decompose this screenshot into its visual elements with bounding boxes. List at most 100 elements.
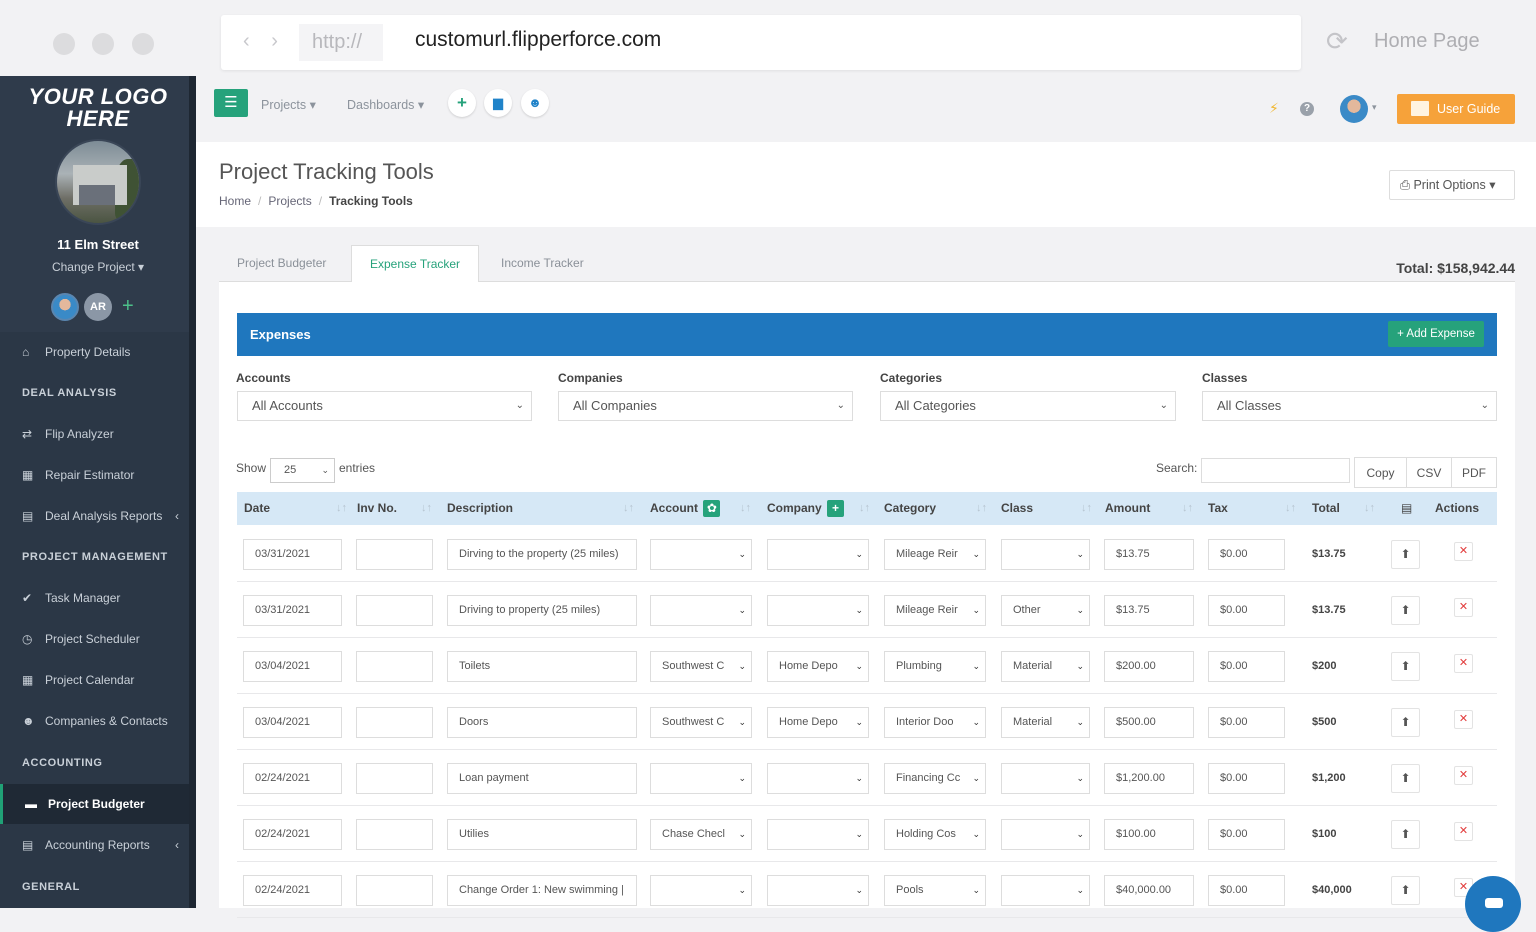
sidebar-item-property-details[interactable]: ⌂ Property Details — [0, 332, 189, 372]
column-tax[interactable]: Tax ↓↑ — [1208, 492, 1296, 525]
sidebar-scrollbar[interactable] — [189, 76, 196, 908]
column-total[interactable]: Total ↓↑ — [1312, 492, 1375, 525]
category-select[interactable]: Pools ⌄ — [884, 875, 986, 906]
window-dot[interactable] — [53, 33, 75, 55]
amount-input[interactable]: $13.75 — [1104, 595, 1194, 626]
menu-toggle-button[interactable]: ☰ — [214, 89, 248, 117]
add-member-icon[interactable]: + — [122, 295, 134, 317]
tab-project-budgeter[interactable]: Project Budgeter — [219, 245, 344, 282]
sidebar-item-deal-analysis-reports[interactable]: ▤ Deal Analysis Reports ‹ — [0, 496, 189, 536]
amount-input[interactable]: $40,000.00 — [1104, 875, 1194, 906]
class-select[interactable]: ⌄ — [1001, 819, 1090, 850]
tax-input[interactable]: $0.00 — [1208, 875, 1285, 906]
account-select[interactable]: ⌄ — [650, 539, 752, 570]
class-select[interactable]: Material ⌄ — [1001, 651, 1090, 682]
help-icon[interactable]: ? — [1300, 102, 1314, 116]
account-select[interactable]: Southwest C ⌄ — [650, 651, 752, 682]
user-guide-button[interactable]: User Guide — [1397, 94, 1515, 124]
account-select[interactable]: ⌄ — [650, 875, 752, 906]
column-date[interactable]: Date ↓↑ — [244, 492, 347, 525]
class-select[interactable]: ⌄ — [1001, 763, 1090, 794]
upload-icon[interactable]: ⬆ — [1391, 764, 1420, 793]
tax-input[interactable]: $0.00 — [1208, 595, 1285, 626]
avatar[interactable] — [51, 293, 79, 321]
invoice-input[interactable] — [356, 763, 433, 794]
description-input[interactable]: Loan payment — [447, 763, 637, 794]
chat-widget-button[interactable] — [1465, 876, 1521, 932]
chevron-down-icon[interactable]: ▾ — [1372, 102, 1377, 113]
upload-icon[interactable]: ⬆ — [1391, 596, 1420, 625]
class-select[interactable]: Material ⌄ — [1001, 707, 1090, 738]
pdf-button[interactable]: PDF — [1451, 457, 1497, 488]
category-select[interactable]: Plumbing ⌄ — [884, 651, 986, 682]
date-input[interactable]: 02/24/2021 — [243, 763, 342, 794]
delete-icon[interactable]: ✕ — [1454, 710, 1473, 729]
category-select[interactable]: Interior Doo ⌄ — [884, 707, 986, 738]
column-company[interactable]: Company + ↓↑ — [767, 492, 870, 525]
sidebar-item-flip-analyzer[interactable]: ⇄ Flip Analyzer — [0, 414, 189, 454]
address-bar[interactable]: ‹ › http:// customurl.flipperforce.com — [221, 15, 1301, 70]
upload-icon[interactable]: ⬆ — [1391, 540, 1420, 569]
column-category[interactable]: Category ↓↑ — [884, 492, 987, 525]
invoice-input[interactable] — [356, 875, 433, 906]
amount-input[interactable]: $500.00 — [1104, 707, 1194, 738]
date-input[interactable]: 02/24/2021 — [243, 875, 342, 906]
amount-input[interactable]: $200.00 — [1104, 651, 1194, 682]
tax-input[interactable]: $0.00 — [1208, 707, 1285, 738]
tax-input[interactable]: $0.00 — [1208, 651, 1285, 682]
description-input[interactable]: Toilets — [447, 651, 637, 682]
delete-icon[interactable]: ✕ — [1454, 598, 1473, 617]
date-input[interactable]: 03/04/2021 — [243, 707, 342, 738]
upload-icon[interactable]: ⬆ — [1391, 876, 1420, 905]
tab-income-tracker[interactable]: Income Tracker — [483, 245, 602, 282]
breadcrumb-projects[interactable]: Projects — [268, 194, 311, 208]
invoice-input[interactable] — [356, 707, 433, 738]
bolt-icon[interactable]: ⚡ — [1269, 100, 1279, 117]
accounts-filter-select[interactable]: All Accounts ⌄ — [237, 391, 532, 421]
classes-filter-select[interactable]: All Classes ⌄ — [1202, 391, 1497, 421]
company-select[interactable]: ⌄ — [767, 763, 869, 794]
window-dot[interactable] — [132, 33, 154, 55]
breadcrumb-home[interactable]: Home — [219, 194, 251, 208]
tab-expense-tracker[interactable]: Expense Tracker — [351, 245, 480, 283]
tax-input[interactable]: $0.00 — [1208, 819, 1285, 850]
page-length-select[interactable]: 25 ⌄ — [270, 458, 335, 483]
company-select[interactable]: ⌄ — [767, 539, 869, 570]
sidebar-item-task-manager[interactable]: ✔ Task Manager — [0, 578, 189, 618]
change-project-dropdown[interactable]: Change Project ▾ — [0, 260, 196, 274]
column-inv-no[interactable]: Inv No. ↓↑ — [357, 492, 432, 525]
column-description[interactable]: Description ↓↑ — [447, 492, 634, 525]
account-select[interactable]: ⌄ — [650, 595, 752, 626]
company-select[interactable]: Home Depo ⌄ — [767, 651, 869, 682]
amount-input[interactable]: $13.75 — [1104, 539, 1194, 570]
dashboards-menu[interactable]: Dashboards ▾ — [347, 97, 424, 112]
company-select[interactable]: ⌄ — [767, 595, 869, 626]
delete-icon[interactable]: ✕ — [1454, 822, 1473, 841]
column-account[interactable]: Account ✿ ↓↑ — [650, 492, 751, 525]
column-amount[interactable]: Amount ↓↑ — [1105, 492, 1193, 525]
category-select[interactable]: Financing Cc ⌄ — [884, 763, 986, 794]
user-avatar[interactable] — [1340, 95, 1368, 123]
calendar-icon[interactable]: ▆ — [484, 89, 512, 117]
class-select[interactable]: ⌄ — [1001, 539, 1090, 570]
description-input[interactable]: Dirving to the property (25 miles) — [447, 539, 637, 570]
upload-icon[interactable]: ⬆ — [1391, 652, 1420, 681]
date-input[interactable]: 03/31/2021 — [243, 595, 342, 626]
class-select[interactable]: Other ⌄ — [1001, 595, 1090, 626]
print-options-button[interactable]: ⎙ Print Options ▾ — [1389, 170, 1515, 200]
description-input[interactable]: Change Order 1: New swimming | — [447, 875, 637, 906]
date-input[interactable]: 03/31/2021 — [243, 539, 342, 570]
sidebar-item-project-calendar[interactable]: ▦ Project Calendar — [0, 660, 189, 700]
company-select[interactable]: ⌄ — [767, 875, 869, 906]
copy-button[interactable]: Copy — [1354, 457, 1407, 488]
description-input[interactable]: Utilies — [447, 819, 637, 850]
delete-icon[interactable]: ✕ — [1454, 654, 1473, 673]
class-select[interactable]: ⌄ — [1001, 875, 1090, 906]
invoice-input[interactable] — [356, 819, 433, 850]
category-select[interactable]: Mileage Reir ⌄ — [884, 539, 986, 570]
company-select[interactable]: ⌄ — [767, 819, 869, 850]
sidebar-item-repair-estimator[interactable]: ▦ Repair Estimator — [0, 455, 189, 495]
url-text[interactable]: customurl.flipperforce.com — [415, 28, 661, 52]
sidebar-item-project-budgeter[interactable]: ▬ Project Budgeter — [0, 784, 189, 824]
company-select[interactable]: Home Depo ⌄ — [767, 707, 869, 738]
